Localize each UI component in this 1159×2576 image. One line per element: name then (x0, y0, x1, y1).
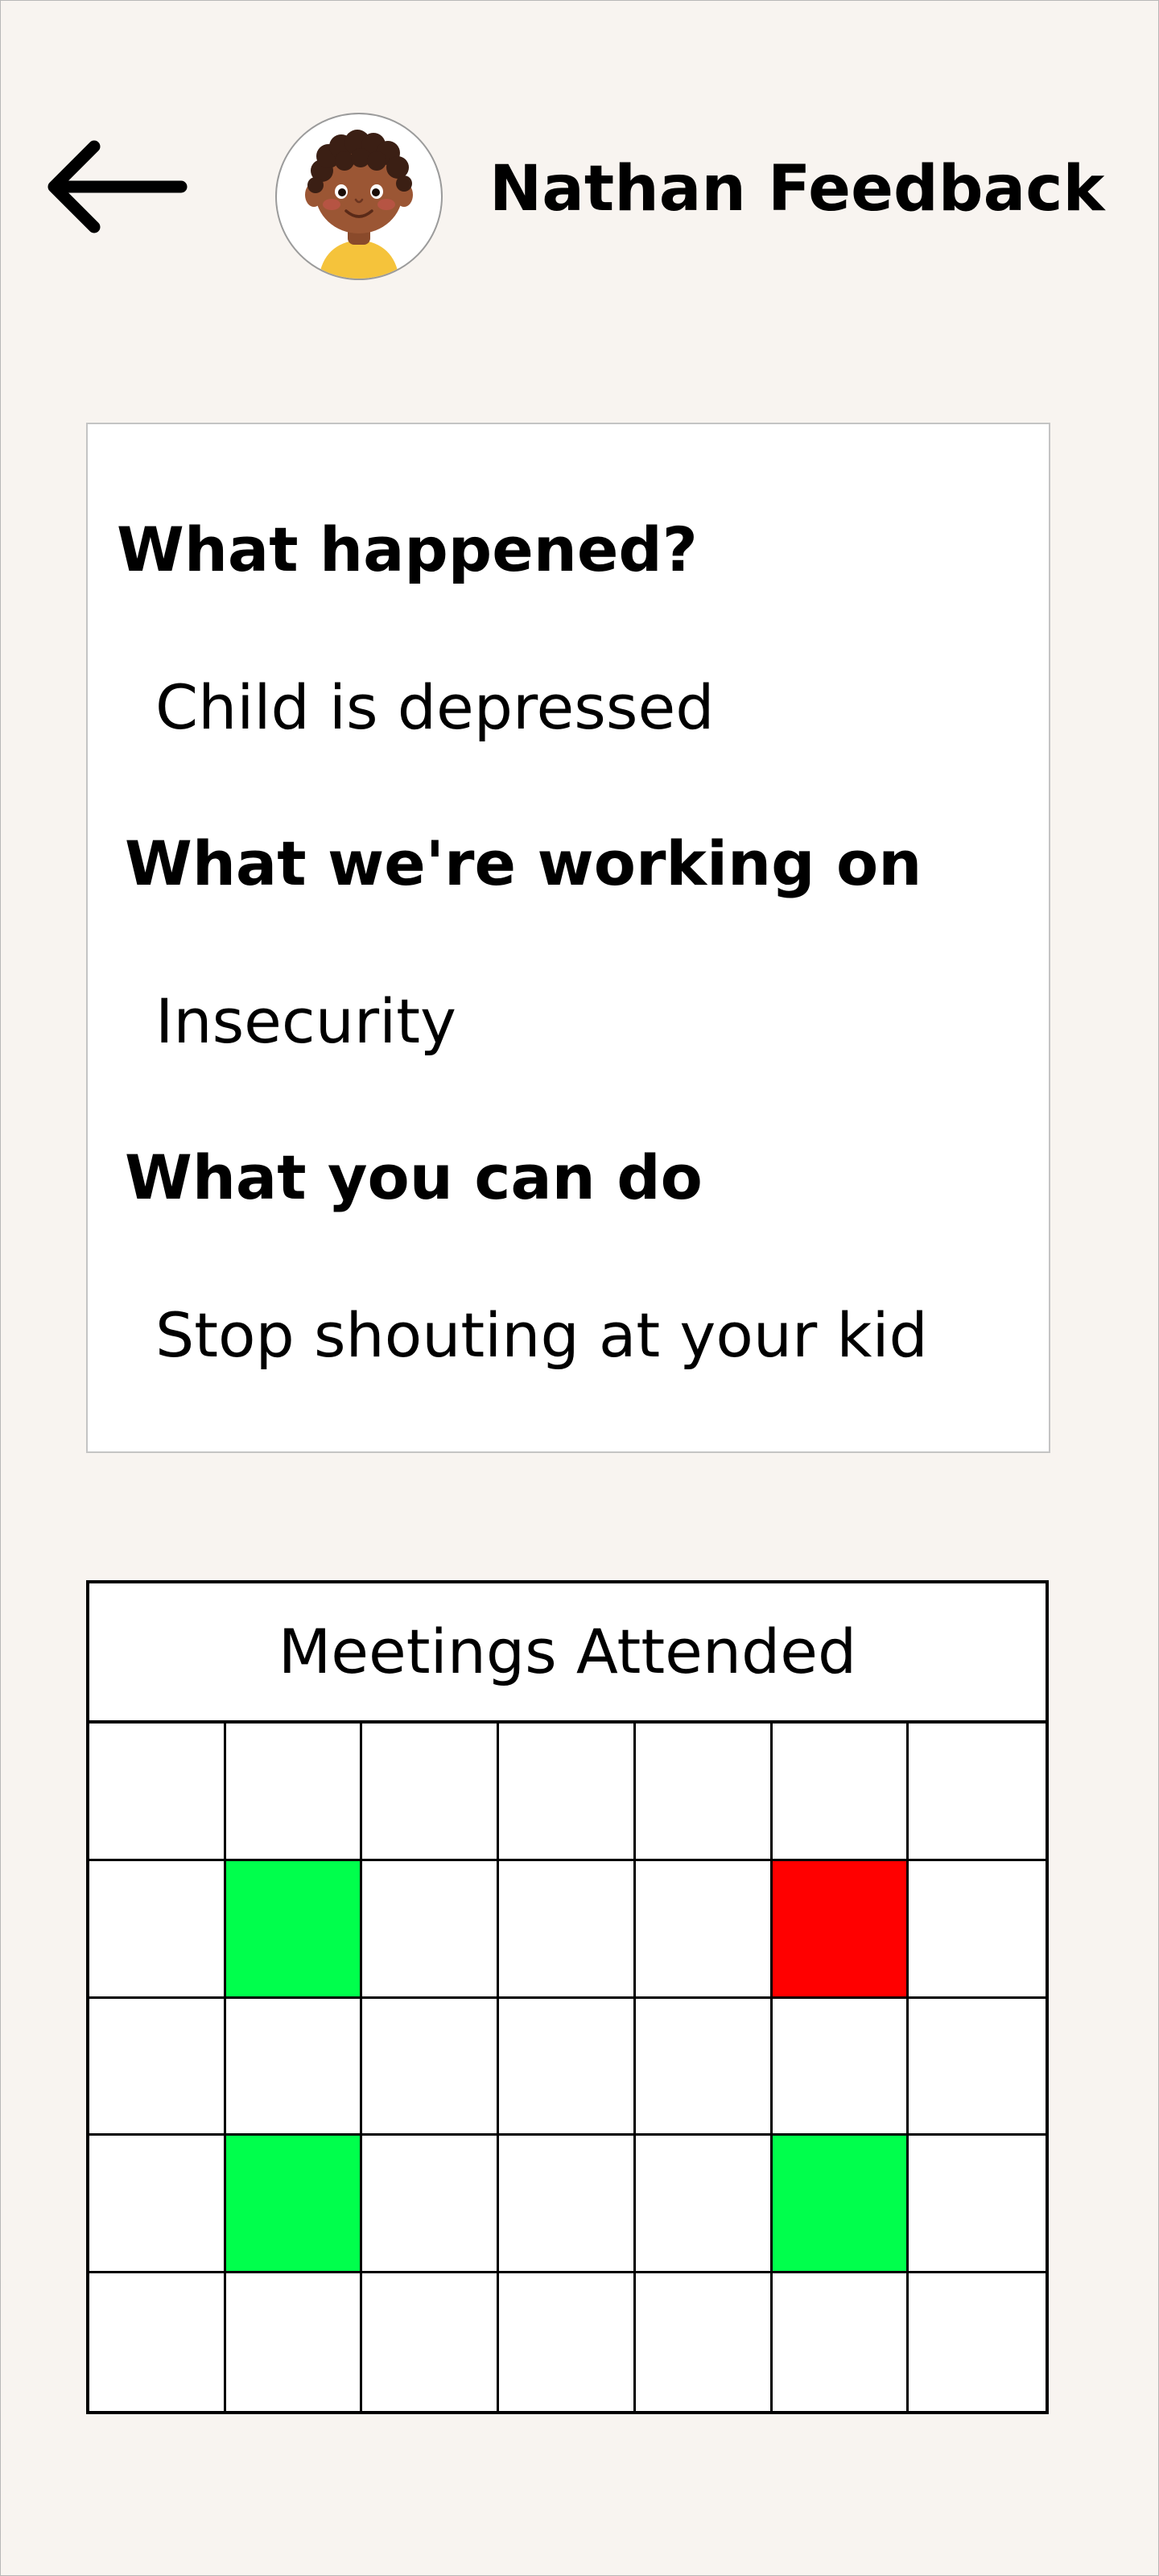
page-title: Nathan Feedback (489, 153, 1105, 225)
back-button[interactable] (44, 137, 189, 242)
calendar-day-cell-none (909, 2273, 1046, 2411)
calendar-day-cell-none (225, 2273, 363, 2411)
calendar-day-cell-none (89, 1998, 226, 2136)
calendar-day-cell-none (635, 1724, 773, 1861)
calendar-day-cell-none (772, 1724, 909, 1861)
working-on-answer: Insecurity (155, 985, 457, 1057)
calendar-day-cell-none (635, 1860, 773, 1999)
calendar-day-cell-none (635, 1998, 773, 2136)
calendar-day-cell-none (225, 1998, 363, 2136)
meetings-attended-title: Meetings Attended (89, 1583, 1046, 1724)
calendar-day-cell-none (909, 2136, 1046, 2274)
calendar-day-cell-none (909, 1724, 1046, 1861)
calendar-day-cell-none (909, 1860, 1046, 1999)
calendar-day-cell-none (909, 1998, 1046, 2136)
calendar-day-cell-none (89, 1724, 226, 1861)
calendar-day-cell-none (635, 2136, 773, 2274)
calendar-day-cell-none (499, 1860, 636, 1999)
calendar-day-cell-none (89, 2136, 226, 2274)
calendar-day-cell-none (499, 1998, 636, 2136)
calendar-day-cell-none (89, 1860, 226, 1999)
avatar (275, 113, 443, 280)
calendar-grid (89, 1724, 1046, 2411)
calendar-day-cell-none (499, 1724, 636, 1861)
calendar-day-cell-missed (772, 1860, 909, 1999)
what-you-can-do-heading: What you can do (125, 1141, 703, 1213)
calendar-day-cell-attended (225, 1860, 363, 1999)
calendar-day-cell-none (362, 2273, 500, 2411)
calendar-day-cell-none (225, 1724, 363, 1861)
calendar-day-cell-none (635, 2273, 773, 2411)
what-happened-answer: Child is depressed (155, 671, 715, 743)
calendar-day-cell-none (362, 1724, 500, 1861)
calendar-day-cell-none (362, 2136, 500, 2274)
what-happened-heading: What happened? (117, 514, 698, 585)
arrow-left-icon (47, 140, 188, 233)
feedback-card: What happened? Child is depressed What w… (86, 423, 1050, 1453)
calendar-day-cell-none (362, 1860, 500, 1999)
calendar-day-cell-none (772, 2273, 909, 2411)
calendar-day-cell-none (89, 2273, 226, 2411)
child-avatar-icon (305, 130, 413, 279)
meetings-attended-calendar: Meetings Attended (86, 1580, 1049, 2414)
what-you-can-do-answer: Stop shouting at your kid (155, 1299, 928, 1371)
calendar-day-cell-attended (772, 2136, 909, 2274)
calendar-day-cell-none (499, 2136, 636, 2274)
calendar-day-cell-none (362, 1998, 500, 2136)
working-on-heading: What we're working on (125, 828, 922, 899)
calendar-day-cell-none (499, 2273, 636, 2411)
calendar-day-cell-none (772, 1998, 909, 2136)
calendar-day-cell-attended (225, 2136, 363, 2274)
